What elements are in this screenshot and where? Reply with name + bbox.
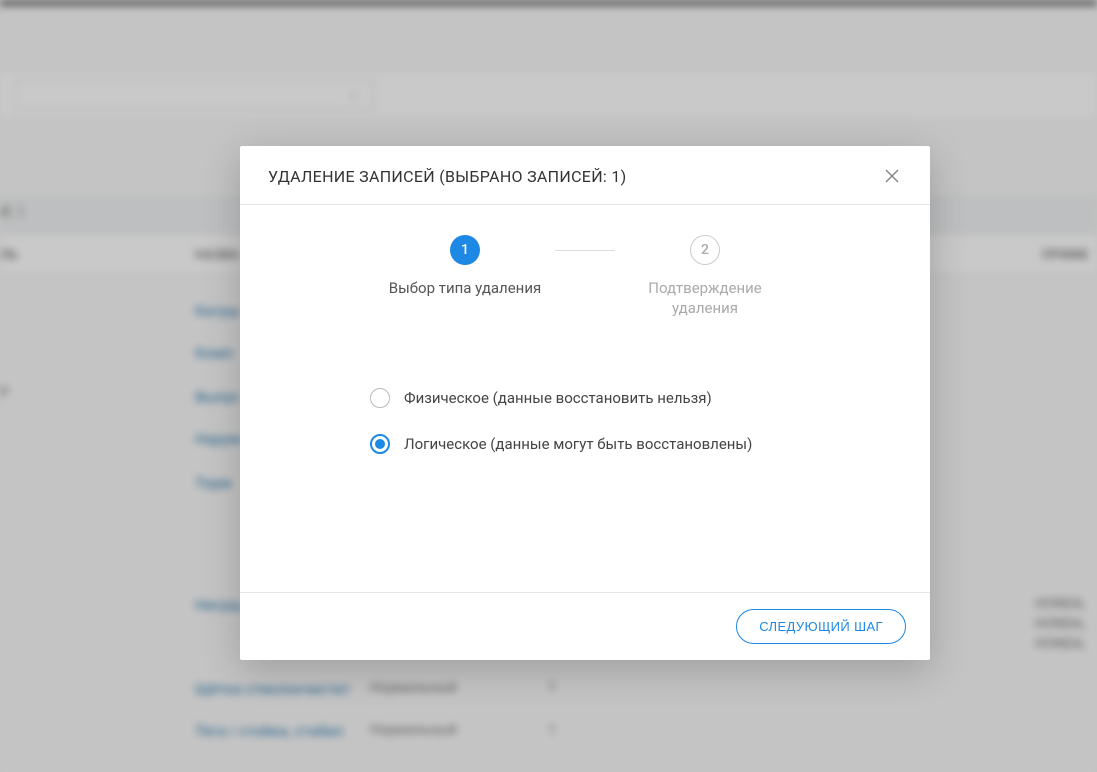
radio-physical-delete[interactable]: Физическое (данные восстановить нельзя): [370, 388, 890, 408]
modal-body: 1 Выбор типа удаления 2 Подтверждение уд…: [240, 205, 930, 592]
wizard-stepper: 1 Выбор типа удаления 2 Подтверждение уд…: [280, 235, 890, 318]
step-2: 2 Подтверждение удаления: [615, 235, 795, 318]
step-1: 1 Выбор типа удаления: [375, 235, 555, 299]
modal-title: УДАЛЕНИЕ ЗАПИСЕЙ (ВЫБРАНО ЗАПИСЕЙ: 1): [268, 167, 627, 186]
step-1-number: 1: [450, 235, 480, 265]
radio-input[interactable]: [370, 388, 390, 408]
radio-logical-delete[interactable]: Логическое (данные могут быть восстановл…: [370, 434, 890, 454]
radio-label-logical: Логическое (данные могут быть восстановл…: [404, 435, 752, 453]
modal-header: УДАЛЕНИЕ ЗАПИСЕЙ (ВЫБРАНО ЗАПИСЕЙ: 1): [240, 146, 930, 205]
radio-input[interactable]: [370, 434, 390, 454]
modal-footer: СЛЕДУЮЩИЙ ШАГ: [240, 592, 930, 660]
delete-type-options: Физическое (данные восстановить нельзя) …: [280, 388, 890, 454]
next-step-button[interactable]: СЛЕДУЮЩИЙ ШАГ: [736, 609, 906, 644]
delete-records-modal: УДАЛЕНИЕ ЗАПИСЕЙ (ВЫБРАНО ЗАПИСЕЙ: 1) 1 …: [240, 146, 930, 660]
step-connector: [555, 250, 615, 251]
step-2-number: 2: [690, 235, 720, 265]
close-button[interactable]: [882, 166, 902, 186]
close-icon: [884, 168, 900, 184]
radio-label-physical: Физическое (данные восстановить нельзя): [404, 389, 712, 407]
step-1-label: Выбор типа удаления: [389, 279, 541, 299]
step-2-label: Подтверждение удаления: [615, 279, 795, 318]
